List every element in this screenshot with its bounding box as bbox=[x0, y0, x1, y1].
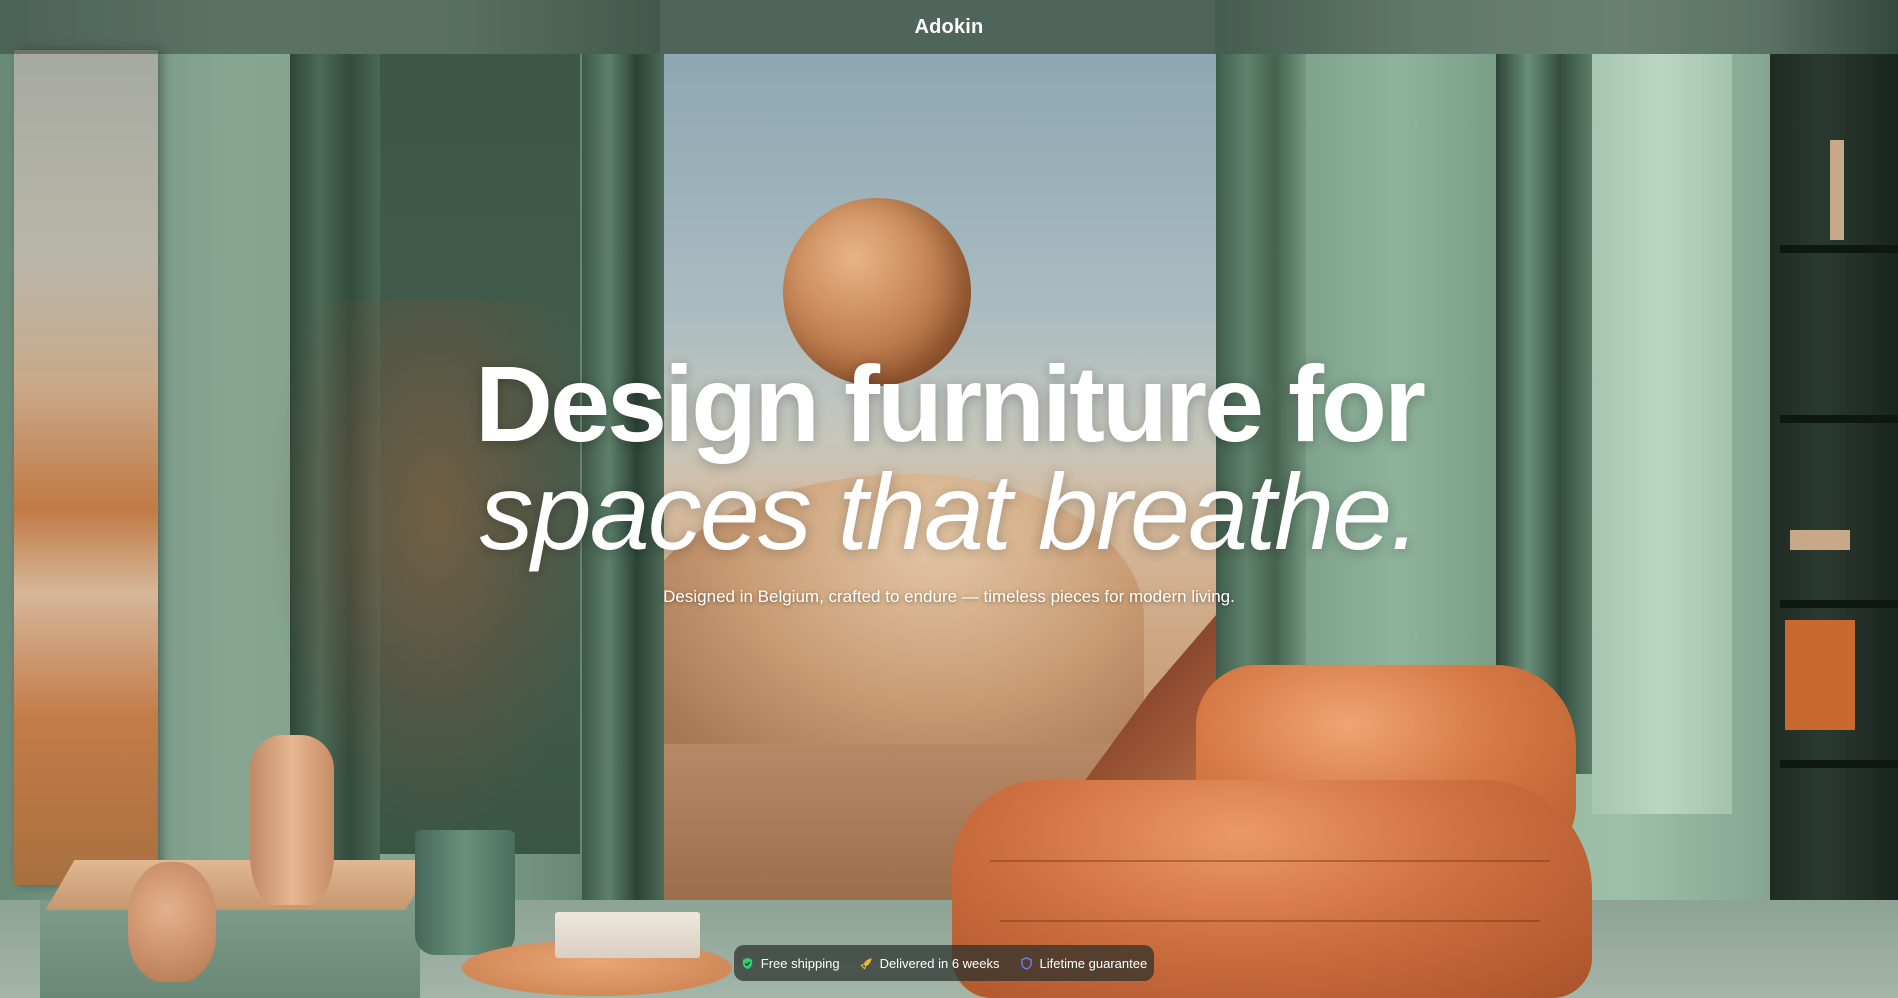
feature-label: Delivered in 6 weeks bbox=[879, 955, 1000, 971]
headline-line-2: spaces that breathe. bbox=[479, 451, 1421, 572]
top-nav-bar: Adokin bbox=[0, 0, 1898, 54]
shield-icon bbox=[1020, 956, 1034, 970]
feature-free-shipping: Free shipping bbox=[741, 956, 840, 971]
feature-bar: Free shipping Delivered in 6 weeks Lifet… bbox=[734, 945, 1154, 981]
brand-logo[interactable]: Adokin bbox=[915, 16, 984, 39]
book bbox=[1830, 140, 1844, 240]
feature-guarantee: Lifetime guarantee bbox=[1020, 955, 1148, 971]
book bbox=[1785, 620, 1855, 730]
cushion-seam bbox=[990, 860, 1550, 862]
shield-check-icon bbox=[741, 956, 755, 970]
hero-tagline: Designed in Belgium, crafted to endure —… bbox=[663, 587, 1235, 606]
shelf bbox=[1780, 760, 1898, 768]
bench-base bbox=[40, 900, 420, 998]
feature-delivery: Delivered in 6 weeks bbox=[860, 956, 1000, 971]
feature-label: Free shipping bbox=[760, 955, 840, 971]
rocket-icon bbox=[860, 956, 874, 970]
book-stack bbox=[555, 912, 700, 958]
cushion-seam bbox=[1000, 920, 1540, 922]
shelf bbox=[1780, 245, 1898, 253]
wooden-bench bbox=[45, 860, 435, 910]
plant-pot bbox=[415, 830, 515, 955]
sculpted-vase bbox=[128, 862, 216, 982]
feature-label: Lifetime guarantee bbox=[1039, 955, 1148, 971]
headline-line-1: Design furniture for bbox=[474, 343, 1426, 464]
hero-headline: Design furniture for spaces that breathe… bbox=[0, 348, 1898, 568]
tall-vase bbox=[250, 735, 334, 905]
